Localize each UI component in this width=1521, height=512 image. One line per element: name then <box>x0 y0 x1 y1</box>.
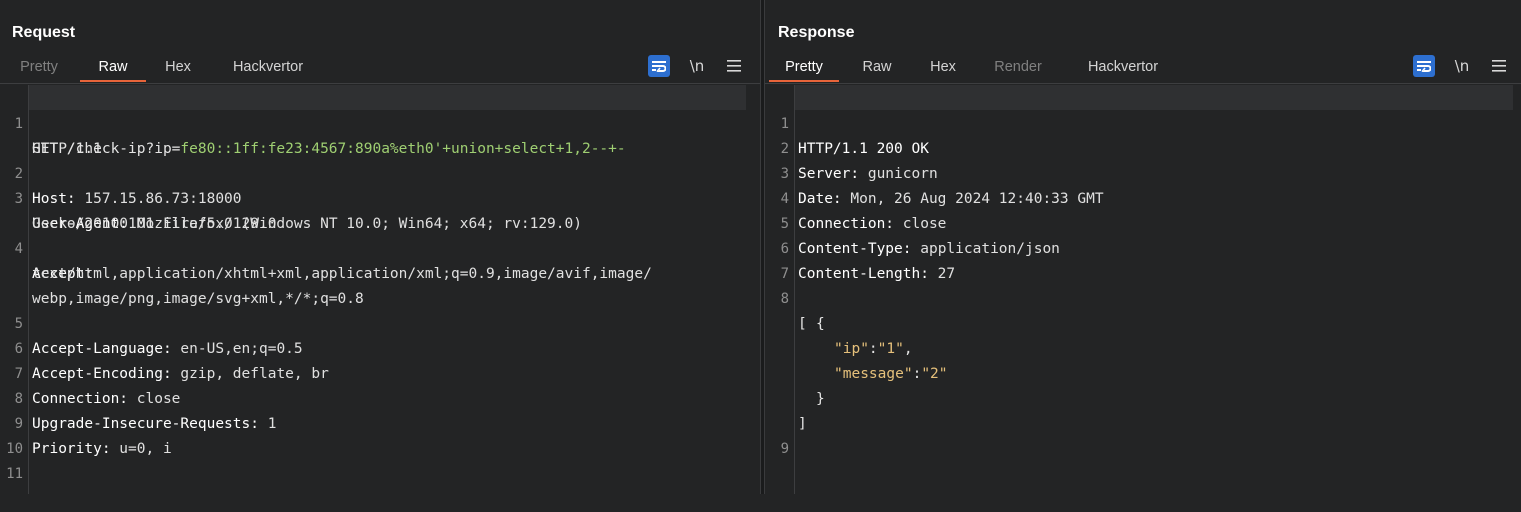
request-line: Gecko/20100101 Firefox/129.0 <box>0 187 760 232</box>
tab-hex[interactable]: Hex <box>154 57 202 82</box>
response-tabs: Pretty Raw Hex Render Hackvertor <box>765 57 1521 84</box>
tab-hex[interactable]: Hex <box>919 57 967 82</box>
tab-pretty[interactable]: Pretty <box>769 57 839 82</box>
request-line: 11 <box>0 437 760 482</box>
line-number: 11 <box>6 466 23 482</box>
line-number: 9 <box>780 441 789 457</box>
request-line: 7 Connection: close <box>0 337 760 407</box>
request-line: 2 Host: 157.15.86.73:18000 <box>0 137 760 207</box>
show-newlines-button[interactable]: \n <box>686 55 708 77</box>
response-line: 6 Content-Length: 27 <box>765 212 1521 282</box>
wrap-icon <box>652 61 666 72</box>
response-line: 3 Date: Mon, 26 Aug 2024 12:40:33 GMT <box>765 137 1521 207</box>
request-line: 1 GET /check-ip?ip=fe80::1ff:fe23:4567:8… <box>0 87 760 157</box>
word-wrap-button[interactable] <box>1413 55 1435 77</box>
response-menu-button[interactable] <box>1488 55 1510 77</box>
tab-raw[interactable]: Raw <box>853 57 901 82</box>
request-line: webp,image/png,image/svg+xml,*/*;q=0.8 <box>0 262 760 307</box>
show-newlines-button[interactable]: \n <box>1451 55 1473 77</box>
response-line: 4 Connection: close <box>765 162 1521 232</box>
response-line: "ip":"1", <box>765 312 1521 357</box>
response-line: } <box>765 362 1521 407</box>
request-line: 9 Priority: u=0, i <box>0 387 760 457</box>
wrap-icon <box>1417 61 1431 72</box>
request-line: 4 Accept: <box>0 212 760 282</box>
request-line: 6 Accept-Encoding: gzip, deflate, br <box>0 312 760 382</box>
request-line: text/html,application/xhtml+xml,applicat… <box>0 237 760 282</box>
response-editor[interactable]: 1 HTTP/1.1 200 OK 2 Server: gunicorn 3 D… <box>765 85 1521 494</box>
tab-hackvertor[interactable]: Hackvertor <box>1073 57 1173 82</box>
tab-render[interactable]: Render <box>987 57 1049 82</box>
response-line: ] <box>765 387 1521 432</box>
request-title: Request <box>12 24 76 41</box>
response-pane: Response Pretty Raw Hex Render Hackverto… <box>765 0 1521 494</box>
request-tabs: Pretty Raw Hex Hackvertor <box>0 57 760 84</box>
request-line: HTTP/1.1 <box>0 112 760 157</box>
request-menu-button[interactable] <box>723 55 745 77</box>
hamburger-icon <box>1492 60 1506 72</box>
response-line: 1 HTTP/1.1 200 OK <box>765 87 1521 157</box>
request-pane: Request Pretty Raw Hex Hackvertor \n 1 G… <box>0 0 760 494</box>
tab-pretty[interactable]: Pretty <box>12 57 66 82</box>
response-line: 2 Server: gunicorn <box>765 112 1521 182</box>
request-line: 8 Upgrade-Insecure-Requests: 1 <box>0 362 760 432</box>
response-line: 8 [ <box>765 262 1521 332</box>
response-line: 7 <box>765 237 1521 282</box>
tab-hackvertor[interactable]: Hackvertor <box>218 57 318 82</box>
request-line: 3 User-Agent: Mozilla/5.0 (Windows NT 10… <box>0 162 760 232</box>
response-line: "message":"2" <box>765 337 1521 382</box>
request-line: 5 Accept-Language: en-US,en;q=0.5 <box>0 287 760 357</box>
request-editor[interactable]: 1 GET /check-ip?ip=fe80::1ff:fe23:4567:8… <box>0 85 760 494</box>
response-line: 5 Content-Type: application/json <box>765 187 1521 257</box>
tab-raw[interactable]: Raw <box>80 57 146 82</box>
word-wrap-button[interactable] <box>648 55 670 77</box>
request-line: 10 <box>0 412 760 457</box>
response-line: 9 <box>765 412 1521 457</box>
hamburger-icon <box>727 60 741 72</box>
response-title: Response <box>778 24 855 41</box>
response-line: { <box>765 287 1521 332</box>
